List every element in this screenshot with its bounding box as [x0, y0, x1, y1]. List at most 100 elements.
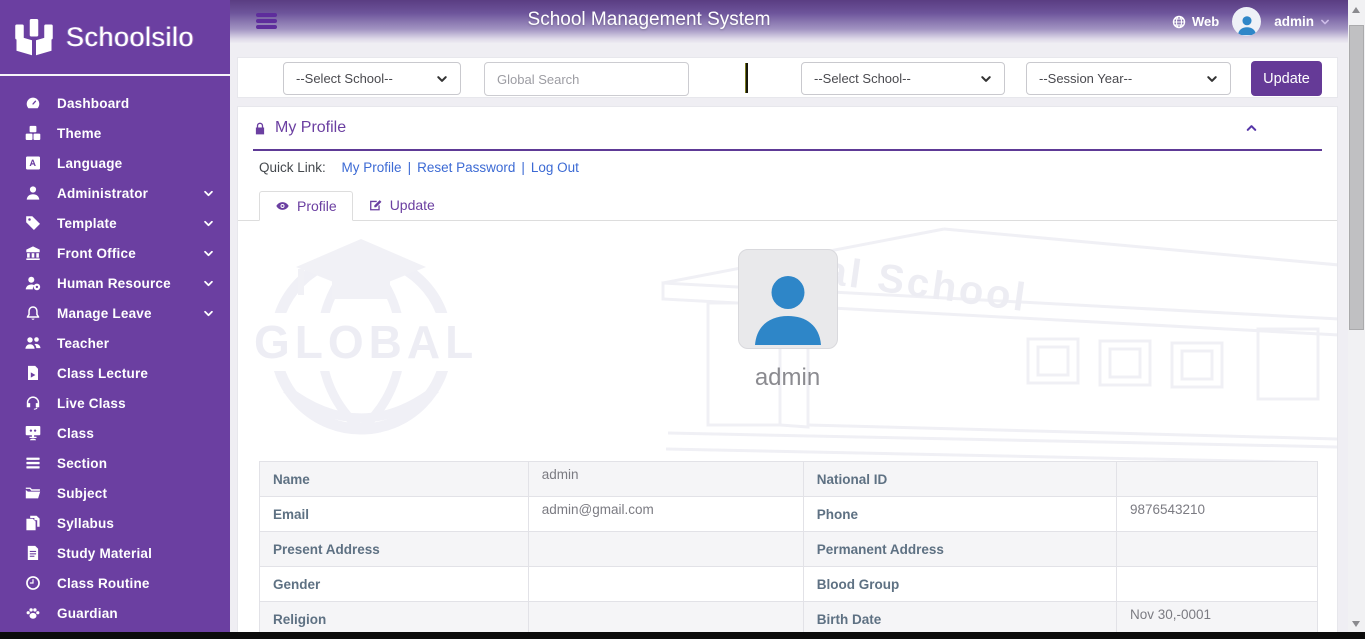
- sidebar-item-class[interactable]: Class: [0, 418, 230, 448]
- sidebar-item-label: Class: [57, 425, 95, 441]
- school-select-primary[interactable]: --Select School--: [283, 62, 461, 95]
- bell-icon: [24, 305, 42, 321]
- headset-icon: [24, 395, 42, 411]
- profile-field-value: [527, 531, 804, 567]
- profile-field-label: Blood Group: [802, 566, 1117, 602]
- profile-field-label: Phone: [802, 496, 1117, 532]
- sidebar-item-language[interactable]: Language: [0, 148, 230, 178]
- table-row: Name admin National ID: [259, 461, 1319, 497]
- table-row: Email admin@gmail.com Phone 9876543210: [259, 496, 1319, 532]
- bottom-edge-bar: [0, 632, 1365, 639]
- chevron-down-icon: [1206, 73, 1218, 85]
- sidebar-item-label: Theme: [57, 125, 102, 141]
- quick-link-reset-password[interactable]: Reset Password: [417, 160, 515, 175]
- sidebar-item-subject[interactable]: Subject: [0, 478, 230, 508]
- session-year-select-value: --Session Year--: [1039, 71, 1133, 86]
- person-icon: [748, 268, 828, 348]
- bars-icon: [24, 455, 42, 471]
- sidebar-item-class-routine[interactable]: Class Routine: [0, 568, 230, 598]
- profile-field-value: [527, 566, 804, 602]
- profile-field-label: Permanent Address: [802, 531, 1117, 567]
- sidebar-item-administrator[interactable]: Administrator: [0, 178, 230, 208]
- school-select-secondary-value: --Select School--: [814, 71, 911, 86]
- profile-picture[interactable]: [737, 249, 838, 349]
- main-content: --Select School-- --Select School-- --Se…: [230, 43, 1348, 639]
- tab-bar: Profile Update: [238, 184, 1337, 221]
- web-label: Web: [1192, 14, 1220, 29]
- profile-field-value: admin: [527, 461, 804, 497]
- user-icon: [24, 185, 42, 201]
- chevron-down-icon: [1320, 17, 1330, 27]
- school-select-primary-value: --Select School--: [296, 71, 393, 86]
- sidebar-item-class-lecture[interactable]: Class Lecture: [0, 358, 230, 388]
- brand[interactable]: Schoolsilo: [0, 0, 230, 76]
- scroll-down-arrow-icon[interactable]: [1352, 621, 1360, 627]
- profile-name: admin: [754, 364, 821, 391]
- tab-label: Update: [389, 197, 435, 213]
- sidebar-item-label: Guardian: [57, 605, 118, 621]
- global-search-input[interactable]: [484, 62, 689, 96]
- sidebar-item-label: Front Office: [57, 245, 136, 261]
- watermark-globe-text: GLOBAL: [254, 316, 478, 368]
- chevron-down-icon: [436, 73, 448, 85]
- sidebar-item-theme[interactable]: Theme: [0, 118, 230, 148]
- eye-icon: [275, 199, 290, 213]
- sidebar-item-label: Language: [57, 155, 123, 171]
- sidebar-item-manage-leave[interactable]: Manage Leave: [0, 298, 230, 328]
- sidebar-item-teacher[interactable]: Teacher: [0, 328, 230, 358]
- profile-table: Name admin National ID Email admin@gmail.com…: [259, 461, 1319, 637]
- edit-icon: [368, 198, 383, 212]
- sidebar-item-dashboard[interactable]: Dashboard: [0, 88, 230, 118]
- collapse-panel-button[interactable]: [1244, 122, 1259, 134]
- copy-icon: [24, 515, 42, 531]
- session-year-select[interactable]: --Session Year--: [1026, 62, 1231, 95]
- school-select-secondary[interactable]: --Select School--: [801, 62, 1005, 95]
- sidebar-item-template[interactable]: Template: [0, 208, 230, 238]
- top-header: School Management System Web admin: [230, 0, 1348, 43]
- chevron-down-icon: [203, 188, 214, 199]
- update-button[interactable]: Update: [1251, 61, 1322, 96]
- sidebar-item-human-resource[interactable]: Human Resource: [0, 268, 230, 298]
- brand-name: Schoolsilo: [66, 21, 195, 52]
- profile-table-body: Name admin National ID Email admin@gmail.com…: [259, 461, 1319, 637]
- chevron-down-icon: [203, 248, 214, 259]
- tab-update[interactable]: Update: [353, 190, 450, 220]
- storefront-icon: [24, 245, 42, 261]
- table-row: Present Address Permanent Address: [259, 531, 1319, 567]
- sidebar-item-label: Dashboard: [57, 95, 130, 111]
- sidebar-item-guardian[interactable]: Guardian: [0, 598, 230, 628]
- toolbar: --Select School-- --Select School-- --Se…: [237, 57, 1338, 98]
- profile-field-value: 9876543210: [1115, 496, 1319, 532]
- vertical-scrollbar[interactable]: [1348, 0, 1365, 639]
- user-gear-icon: [24, 275, 42, 291]
- profile-field-label: Gender: [259, 566, 529, 602]
- folder-open-icon: [24, 485, 42, 501]
- my-profile-panel: My Profile Quick Link: My Profile | Rese…: [237, 106, 1338, 639]
- sidebar-item-front-office[interactable]: Front Office: [0, 238, 230, 268]
- quick-links: Quick Link: My Profile | Reset Password …: [238, 151, 1337, 184]
- user-menu[interactable]: admin: [1274, 14, 1330, 29]
- sidebar-item-section[interactable]: Section: [0, 448, 230, 478]
- panel-title: My Profile: [275, 119, 347, 136]
- profile-field-value: [1115, 461, 1319, 497]
- tab-profile[interactable]: Profile: [259, 191, 353, 221]
- hamburger-menu-icon[interactable]: [256, 13, 277, 31]
- tab-label: Profile: [297, 198, 337, 214]
- avatar[interactable]: [1232, 7, 1262, 36]
- profile-field-value: [1115, 531, 1319, 567]
- file-lines-icon: [24, 545, 42, 561]
- scroll-up-arrow-icon[interactable]: [1352, 7, 1360, 13]
- table-row: Gender Blood Group: [259, 566, 1319, 602]
- profile-field-label: Email: [259, 496, 529, 532]
- scrollbar-thumb[interactable]: [1349, 25, 1364, 330]
- sidebar-item-live-class[interactable]: Live Class: [0, 388, 230, 418]
- quick-link-my-profile[interactable]: My Profile: [342, 160, 402, 175]
- sidebar-item-syllabus[interactable]: Syllabus: [0, 508, 230, 538]
- web-link[interactable]: Web: [1172, 14, 1219, 29]
- quick-link-log-out[interactable]: Log Out: [531, 160, 579, 175]
- sidebar-item-label: Live Class: [57, 395, 126, 411]
- chevron-down-icon: [980, 73, 992, 85]
- profile-summary: GLOBAL al School admin: [238, 221, 1337, 461]
- sidebar-item-study-material[interactable]: Study Material: [0, 538, 230, 568]
- sidebar-item-label: Class Routine: [57, 575, 150, 591]
